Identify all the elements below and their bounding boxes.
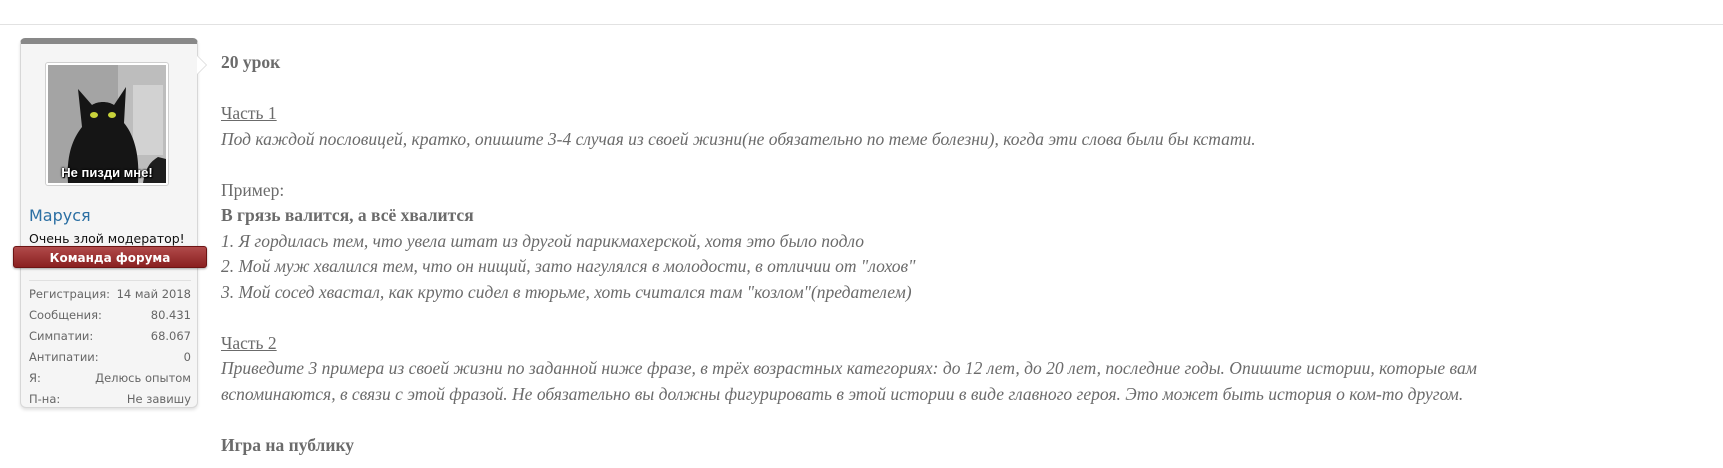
stat-value: 14 май 2018 <box>116 287 191 301</box>
stat-value[interactable]: 80.431 <box>151 308 191 329</box>
phrase: Игра на публику <box>221 434 355 455</box>
stat-value: 0 <box>183 350 191 364</box>
stat-label: П-на: <box>29 392 61 406</box>
user-info-panel: Не пизди мне! Маруся Очень злой модерато… <box>13 38 207 408</box>
top-divider <box>0 24 1723 25</box>
username-link[interactable]: Маруся <box>29 206 91 225</box>
message-arrow-inner <box>197 56 206 74</box>
stat-row-dislikes: Антипатии: 0 <box>29 350 191 371</box>
stat-row-registration: Регистрация: 14 май 2018 <box>29 287 191 308</box>
stat-value: 68.067 <box>150 329 191 343</box>
part2-text-line1: Приведите 3 примера из своей жизни по за… <box>221 358 1477 378</box>
stat-row-pna: П-на: Не завишу <box>29 392 191 413</box>
post-heading: 20 урок <box>221 52 281 72</box>
post-body: 20 урок Часть 1 Под каждой пословицей, к… <box>221 50 1701 458</box>
stat-label: Антипатии: <box>29 350 99 364</box>
part2-text-line2: вспоминаются, в связи с этой фразой. Не … <box>221 383 1464 404</box>
stat-value: Не завишу <box>126 392 191 406</box>
stat-row-messages: Сообщения: 80.431 <box>29 308 191 329</box>
stat-label: Симпатии: <box>29 329 94 343</box>
part1-title: Часть 1 <box>221 103 277 123</box>
user-stats: Регистрация: 14 май 2018 Сообщения: 80.4… <box>29 280 191 413</box>
proverb: В грязь валится, а всё хвалится <box>221 205 474 225</box>
avatar-caption: Не пизди мне! <box>61 165 153 180</box>
stat-value: Делюсь опытом <box>95 371 191 385</box>
avatar[interactable]: Не пизди мне! <box>45 62 169 186</box>
example-label: Пример: <box>221 179 285 200</box>
user-banner: Команда форума <box>13 246 207 268</box>
part1-text: Под каждой пословицей, кратко, опишите 3… <box>221 128 1256 149</box>
avatar-image: Не пизди мне! <box>48 65 166 183</box>
part2-title: Часть 2 <box>221 332 277 353</box>
example-item: 3. Мой сосед хвастал, как круто сидел в … <box>221 281 912 302</box>
stat-row-likes: Симпатии: 68.067 <box>29 329 191 350</box>
example-item: 1. Я гордилась тем, что увела штат из др… <box>221 230 865 251</box>
stat-label: Сообщения: <box>29 308 102 322</box>
stat-label: Регистрация: <box>29 287 110 301</box>
stat-row-me: Я: Делюсь опытом <box>29 371 191 392</box>
user-title: Очень злой модератор! <box>29 231 185 246</box>
example-item: 2. Мой муж хвалился тем, что он нищий, з… <box>221 256 916 276</box>
stat-label: Я: <box>29 371 41 385</box>
